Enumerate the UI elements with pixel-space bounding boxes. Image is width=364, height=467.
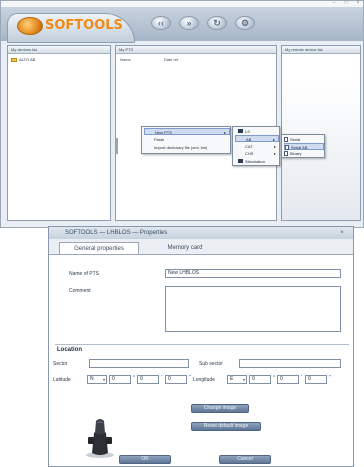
close-icon[interactable]: ×: [353, 1, 363, 6]
minimize-icon[interactable]: –: [329, 1, 339, 6]
comment-field[interactable]: [165, 286, 341, 332]
menu-item-binary[interactable]: Binary: [284, 150, 324, 157]
settings-icon[interactable]: ⚙: [235, 16, 255, 30]
subsector-field[interactable]: [239, 359, 341, 368]
longitude-degrees-field[interactable]: 0: [249, 375, 271, 384]
menu-item-new-pts[interactable]: New PTS ▸: [144, 128, 230, 135]
pts-pane-header: My PTS: [116, 46, 276, 54]
refresh-icon[interactable]: ↻: [207, 16, 227, 30]
section-divider: [55, 344, 349, 345]
longitude-minutes-field[interactable]: 0: [277, 375, 299, 384]
file-icon: [284, 151, 288, 157]
minute-mark: ': [301, 375, 302, 381]
folder-icon: [11, 57, 17, 62]
tree-item[interactable]: ALTO AB: [11, 57, 35, 63]
change-image-button[interactable]: Change image: [191, 404, 249, 413]
forward-icon[interactable]: »: [179, 16, 199, 30]
pane-splitter[interactable]: [116, 138, 118, 154]
submenu-arrow-icon: ▸: [272, 137, 275, 142]
degree-mark: °: [133, 375, 135, 381]
cancel-button[interactable]: Cancel: [219, 455, 271, 464]
devices-pane-header: My devices list: [8, 46, 110, 54]
device-icon: [238, 159, 243, 163]
context-menu: New PTS ▸ Paste Import dictionary file (x…: [141, 126, 231, 154]
latitude-degrees-field[interactable]: 0: [109, 375, 131, 384]
submenu-arrow-icon: ▸: [273, 144, 276, 149]
subsector-label: Sub sector: [199, 361, 223, 367]
submenu-arrow-icon: ▸: [273, 151, 276, 156]
maximize-icon[interactable]: □: [341, 1, 351, 6]
latitude-seconds-field[interactable]: 0: [165, 375, 187, 384]
name-field[interactable]: New LHBLOS: [165, 269, 341, 278]
longitude-label: Longitude: [193, 377, 215, 383]
menu-item-cat[interactable]: CAT ▸: [235, 143, 279, 150]
remote-pane-header: My remote device list: [282, 46, 360, 54]
second-mark: ": [329, 375, 331, 381]
tree-item-label: ALTO AB: [19, 57, 36, 62]
device-icon: [238, 129, 243, 133]
menu-item-stimulation[interactable]: Stimulation: [235, 158, 279, 165]
close-icon[interactable]: ×: [337, 228, 347, 238]
comment-label: Comment: [69, 288, 91, 294]
toolbar-banner: SOFTOOLS ‹‹ » ↻ ⚙: [1, 7, 363, 43]
chevron-down-icon: ▾: [102, 377, 105, 382]
location-heading: Location: [57, 347, 82, 353]
dialog-title: SOFTOOLS — LHBLOS — Properties: [49, 227, 353, 239]
longitude-seconds-field[interactable]: 0: [305, 375, 327, 384]
tab-memory-card[interactable]: Memory card: [145, 242, 225, 254]
logo-icon: [17, 17, 43, 35]
general-properties-panel: Name of PTS New LHBLOS Comment Location …: [49, 254, 353, 466]
back-icon[interactable]: ‹‹: [151, 16, 171, 30]
column-header-name[interactable]: Name: [120, 57, 131, 62]
chevron-down-icon: ▾: [242, 377, 245, 382]
submenu-device-type: LS AB ▸ CAT ▸ CHS ▸ Stimulation: [232, 126, 280, 166]
properties-dialog: SOFTOOLS — LHBLOS — Properties × General…: [48, 226, 354, 467]
degree-mark: °: [273, 375, 275, 381]
longitude-hemisphere-select[interactable]: E ▾: [227, 375, 247, 384]
latitude-minutes-field[interactable]: 0: [137, 375, 159, 384]
name-label: Name of PTS: [69, 271, 100, 277]
submenu-ab-type: Serial Serial AB Binary: [281, 134, 325, 158]
menu-item-serial[interactable]: Serial: [284, 136, 324, 143]
devices-pane: My devices list ALTO AB: [7, 45, 111, 221]
latitude-label: Latitude: [53, 377, 71, 383]
submenu-arrow-icon: ▸: [223, 130, 226, 135]
latitude-hemisphere-select[interactable]: N ▾: [87, 375, 107, 384]
menu-item-paste[interactable]: Paste: [144, 136, 230, 143]
menu-item-chs[interactable]: CHS ▸: [235, 150, 279, 157]
app-window: – □ × SOFTOOLS ‹‹ » ↻ ⚙ My devices list …: [0, 0, 364, 228]
second-mark: ": [189, 375, 191, 381]
tab-general-properties[interactable]: General properties: [59, 242, 139, 254]
column-header-date[interactable]: Date ref: [164, 57, 178, 62]
menu-item-ab[interactable]: AB ▸: [235, 135, 279, 142]
device-image: [86, 419, 114, 458]
sector-field[interactable]: [89, 359, 189, 368]
reset-default-image-button[interactable]: Reset default image: [191, 422, 261, 431]
menu-item-ls[interactable]: LS: [235, 128, 279, 135]
menu-item-import[interactable]: Import dictionary file (xml, bin): [144, 144, 230, 151]
logo: SOFTOOLS: [45, 18, 123, 33]
file-icon: [284, 137, 288, 143]
remote-devices-pane: My remote device list: [281, 45, 361, 221]
ok-button[interactable]: OK: [119, 455, 171, 464]
minute-mark: ': [161, 375, 162, 381]
menu-item-serial-ab[interactable]: Serial AB: [284, 143, 324, 151]
sector-label: Sector: [53, 361, 68, 367]
